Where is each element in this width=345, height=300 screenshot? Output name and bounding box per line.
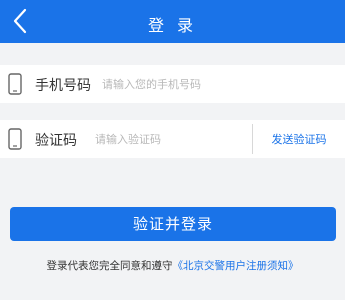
top-nav-bar: 登 录 <box>0 0 345 43</box>
verification-code-input[interactable] <box>95 128 245 150</box>
phone-icon <box>8 128 22 150</box>
agreement-link[interactable]: 《北京交警用户注册须知》 <box>173 260 299 272</box>
phone-input[interactable] <box>102 73 327 95</box>
agreement-text: 登录代表您完全同意和遵守 <box>46 260 173 272</box>
phone-label: 手机号码 <box>35 78 91 94</box>
verify-login-button[interactable]: 验证并登录 <box>10 207 336 241</box>
phone-row: 手机号码 <box>0 65 345 103</box>
login-page: 登 录 手机号码 验证码 发送验证码 验证并登录 登录代表您完全同意和遵守《北京… <box>0 0 345 300</box>
verification-code-label: 验证码 <box>35 133 77 149</box>
phone-icon <box>8 73 22 95</box>
agreement-notice: 登录代表您完全同意和遵守《北京交警用户注册须知》 <box>0 258 345 273</box>
verification-code-row: 验证码 发送验证码 <box>0 120 345 158</box>
send-code-button[interactable]: 发送验证码 <box>253 131 345 147</box>
page-title: 登 录 <box>147 16 198 35</box>
